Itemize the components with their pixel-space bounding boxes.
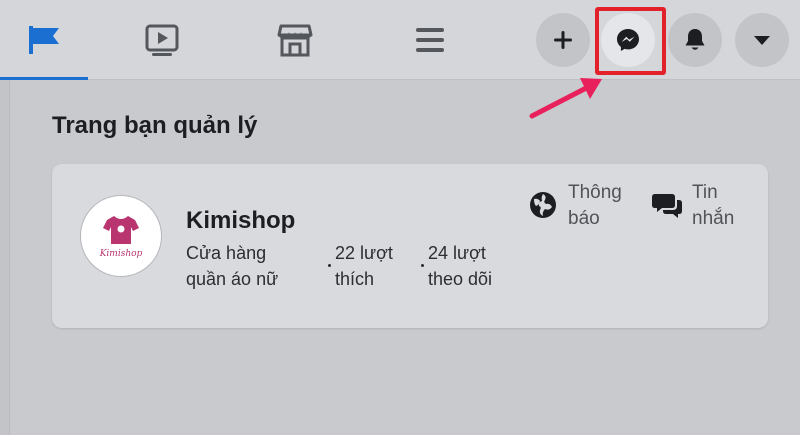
page-avatar[interactable]: Kimishop — [80, 195, 162, 277]
create-plus-icon — [554, 31, 572, 49]
page-name[interactable]: Kimishop — [186, 207, 295, 235]
account-menu-button[interactable] — [735, 13, 789, 67]
messages-label-line1: Tin — [692, 182, 718, 203]
page-notifications-action[interactable]: Thông báo — [528, 180, 640, 232]
page-followers-count: 24 lượt theo dõi — [428, 243, 493, 289]
chat-bubbles-icon — [652, 194, 682, 218]
page-likes-count: 22 lượt thích — [335, 243, 393, 289]
meta-separator-dot — [328, 264, 331, 267]
page-category: Cửa hàng quần áo nữ — [186, 243, 279, 289]
tab-watch[interactable] — [117, 0, 207, 80]
menu-icon — [416, 28, 444, 52]
tab-pages[interactable] — [0, 0, 88, 80]
meta-separator-dot — [421, 264, 424, 267]
globe-icon — [530, 192, 556, 218]
messages-label-line2: nhắn — [692, 208, 735, 229]
create-button[interactable] — [536, 13, 590, 67]
notifications-label-line2: báo — [568, 208, 600, 229]
tab-menu[interactable] — [385, 0, 475, 80]
tab-marketplace[interactable] — [250, 0, 340, 80]
shirt-logo-icon — [103, 216, 139, 244]
section-title: Trang bạn quản lý — [52, 112, 258, 139]
left-sidebar-edge — [0, 80, 10, 435]
avatar-logo-text: Kimishop — [99, 249, 143, 259]
red-pointer-arrow — [529, 78, 602, 119]
top-navigation-bar — [0, 0, 800, 80]
account-caret-icon — [754, 36, 770, 45]
messenger-highlight-box — [595, 7, 666, 75]
pages-flag-icon — [29, 26, 59, 54]
managed-page-card[interactable]: Kimishop Kimishop Cửa hàng quần áo nữ 22… — [52, 164, 768, 328]
watch-icon — [145, 24, 179, 56]
notifications-bell-icon — [685, 29, 705, 50]
marketplace-icon — [277, 24, 313, 57]
notifications-button[interactable] — [668, 13, 722, 67]
notifications-label-line1: Thông — [568, 182, 622, 203]
page-messages-action[interactable]: Tin nhắn — [652, 180, 764, 232]
